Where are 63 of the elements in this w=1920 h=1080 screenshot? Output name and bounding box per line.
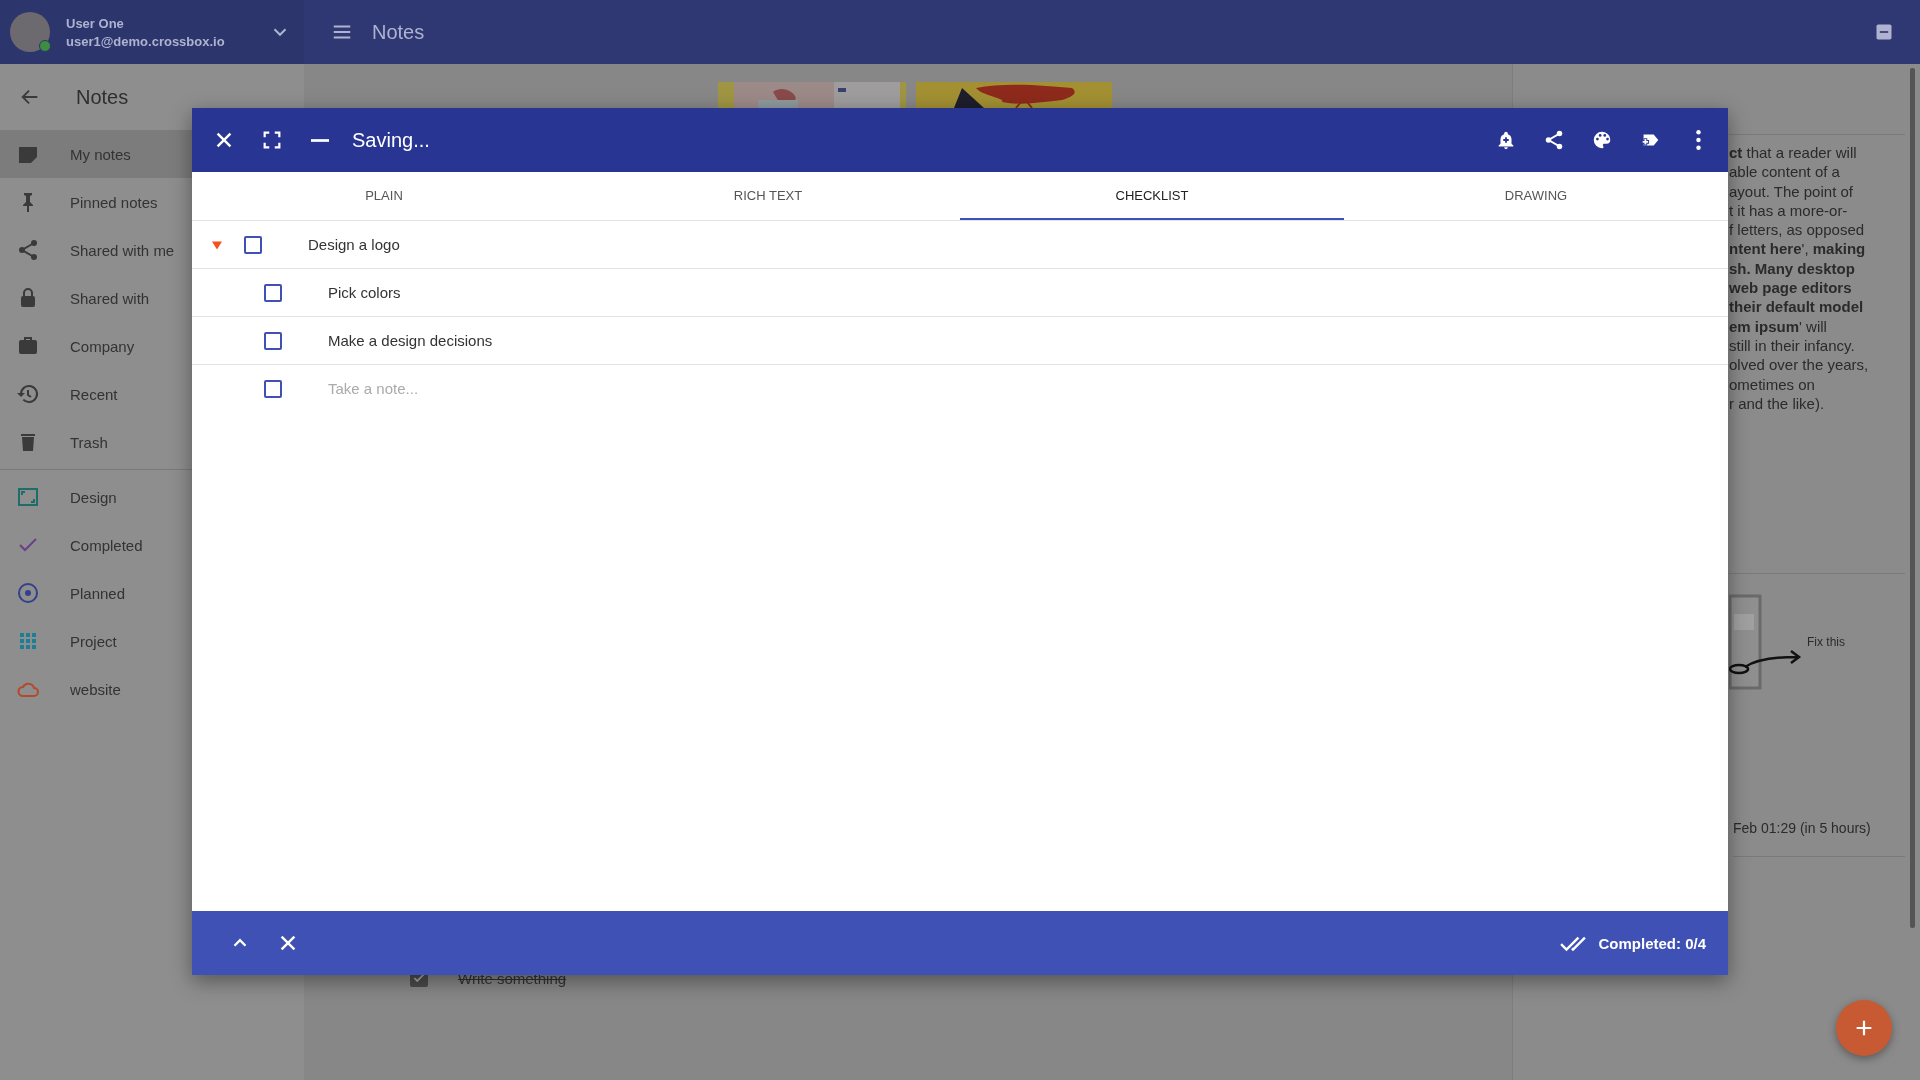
sidebar-item[interactable]: website	[0, 665, 304, 713]
checklist-item: Design a logo	[308, 236, 400, 253]
note-text: their default model	[1729, 297, 1865, 317]
tab[interactable]: RICH TEXT	[576, 172, 960, 220]
sidebar-item[interactable]: Trash	[0, 418, 304, 466]
history-icon	[16, 382, 40, 406]
sidebar-label: Recent	[70, 385, 118, 403]
sidebar-label: My notes	[70, 145, 131, 163]
sidebar-label: Pinned notes	[70, 193, 158, 211]
note-text: able content of a	[1729, 162, 1841, 182]
sidebar-item[interactable]: Completed	[0, 521, 304, 569]
share-icon	[16, 238, 40, 262]
minimize-icon	[1874, 22, 1894, 42]
user-name: User One	[66, 15, 125, 31]
sidebar-label: Completed	[70, 536, 143, 554]
sidebar-item[interactable]: Design	[0, 473, 304, 521]
note-text: still in their infancy.	[1729, 335, 1856, 356]
sidebar-item[interactable]: Shared with me	[0, 226, 304, 274]
more-icon	[1695, 130, 1701, 150]
fullscreen-icon	[261, 129, 283, 151]
checkbox[interactable]	[244, 235, 262, 254]
share-icon	[1543, 129, 1565, 151]
note-text: olved over the years,	[1729, 355, 1870, 375]
sidebar-title: Notes	[76, 85, 129, 109]
note-text: em ipsum' will	[1729, 316, 1828, 336]
note-text: ayout. The point of	[1729, 181, 1854, 201]
note-text: ometimes on	[1729, 374, 1816, 394]
note-text: sh. Many desktop	[1729, 258, 1856, 279]
checkbox[interactable]	[264, 379, 282, 398]
sidebar-label: Shared with	[70, 289, 150, 307]
drawing-caption: Fix this	[1807, 635, 1845, 650]
palette-icon	[1591, 129, 1613, 151]
sidebar-label: Project	[70, 632, 117, 650]
sidebar-item[interactable]: Shared with	[0, 274, 304, 322]
sidebar-item[interactable]: Project	[0, 617, 304, 665]
avatar	[10, 12, 50, 52]
sidebar-label: Planned	[70, 584, 126, 602]
checkbox[interactable]	[264, 331, 282, 350]
sidebar-label: Shared with me	[70, 241, 175, 259]
tab[interactable]: CHECKLIST	[960, 172, 1344, 220]
sidebar-label: Design	[70, 488, 117, 506]
sidebar-item[interactable]: Planned	[0, 569, 304, 617]
note-text: ct that a reader will	[1729, 143, 1858, 163]
note-text: ntent here', making	[1729, 239, 1867, 259]
sidebar-label: Trash	[70, 433, 108, 451]
sidebar-label: website	[70, 680, 121, 698]
completion-status: Completed: 0/4	[1598, 934, 1706, 952]
sidebar-item[interactable]: Recent	[0, 370, 304, 418]
checklist-item: Make a design decisions	[328, 332, 493, 349]
checklist-item: Pick colors	[328, 284, 401, 301]
minimize-icon	[311, 138, 329, 142]
app-title: Notes	[372, 20, 426, 44]
note-text: web page editors	[1729, 278, 1853, 298]
note-text: f letters, as opposed	[1729, 220, 1866, 240]
scrollbar-thumb[interactable]	[1910, 68, 1915, 928]
checkbox[interactable]	[264, 283, 282, 302]
dialog-title: Saving...	[352, 128, 431, 152]
user-email: user1@demo.crossbox.io	[66, 33, 226, 49]
tab[interactable]: DRAWING	[1344, 172, 1728, 220]
note-text: t it has a more-or-	[1729, 200, 1849, 221]
note-text: r and the like).	[1729, 393, 1826, 414]
sidebar-label: Company	[70, 337, 135, 355]
sidebar-item[interactable]: Company	[0, 322, 304, 370]
